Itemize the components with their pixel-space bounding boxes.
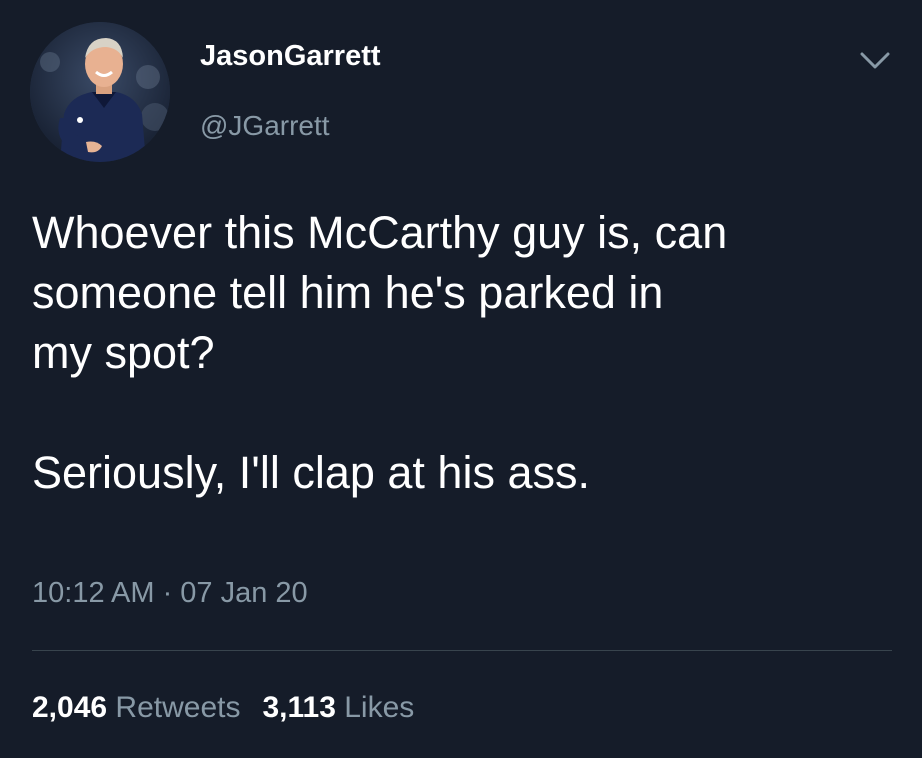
- retweets-label: Retweets: [115, 691, 241, 724]
- avatar-photo: [30, 22, 170, 162]
- tweet-text-line: my spot?: [32, 327, 215, 378]
- retweets-count: 2,046: [32, 691, 108, 724]
- tweet-body: Whoever this McCarthy guy is, can someon…: [32, 203, 902, 503]
- retweets-stat[interactable]: 2,046 Retweets: [32, 691, 240, 724]
- tweet-text-line: someone tell him he's parked in: [32, 267, 664, 318]
- tweet-timestamp[interactable]: 10:12 AM · 07 Jan 20: [32, 579, 308, 608]
- likes-stat[interactable]: 3,113 Likes: [262, 691, 414, 724]
- display-name[interactable]: JasonGarrett: [200, 42, 381, 71]
- chevron-down-icon[interactable]: [858, 48, 892, 74]
- tweet-stats: 2,046 Retweets 3,113 Likes: [32, 693, 436, 723]
- tweet-text-line: Seriously, I'll clap at his ass.: [32, 447, 590, 498]
- divider: [32, 650, 892, 651]
- tweet-text-line: Whoever this McCarthy guy is, can: [32, 207, 728, 258]
- likes-label: Likes: [344, 691, 415, 724]
- avatar[interactable]: [30, 22, 170, 162]
- likes-count: 3,113: [262, 691, 336, 724]
- user-handle[interactable]: @JGarrett: [200, 112, 330, 140]
- tweet-card: JasonGarrett @JGarrett Whoever this McCa…: [0, 0, 922, 758]
